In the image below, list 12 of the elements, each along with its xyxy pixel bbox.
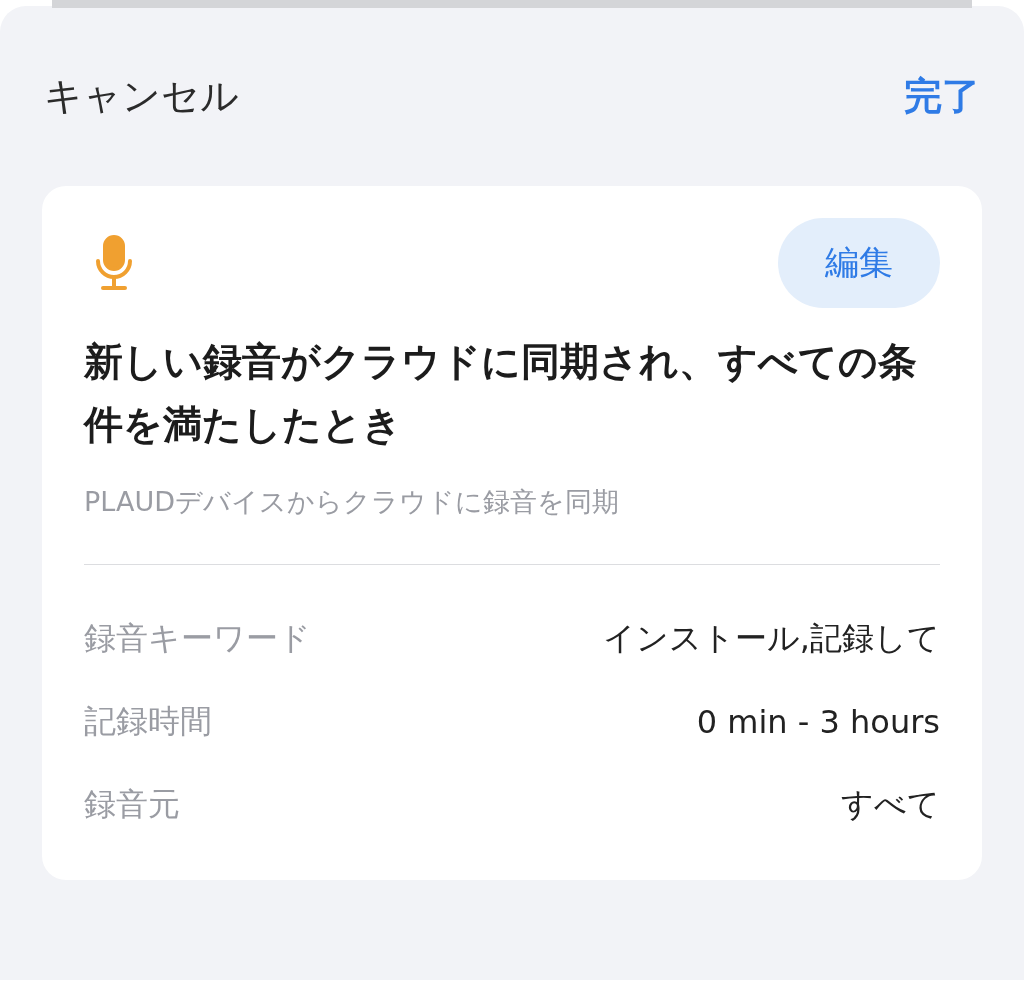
trigger-title: 新しい録音がクラウドに同期され、すべての条件を満たしたとき [84, 338, 918, 449]
condition-value: 0 min - 3 hours [696, 702, 940, 741]
condition-label: 録音元 [84, 783, 180, 825]
done-button[interactable]: 完了 [904, 70, 980, 122]
edit-button[interactable]: 編集 [778, 218, 940, 308]
microphone-icon [94, 235, 134, 291]
condition-label: 記録時間 [84, 700, 212, 742]
condition-label: 録音キーワード [84, 617, 311, 659]
condition-value: インストール,記録して [602, 617, 940, 659]
trigger-description: PLAUDデバイスからクラウドに録音を同期 [84, 485, 620, 519]
cancel-button[interactable]: キャンセル [44, 70, 239, 122]
condition-value: すべて [841, 783, 940, 825]
